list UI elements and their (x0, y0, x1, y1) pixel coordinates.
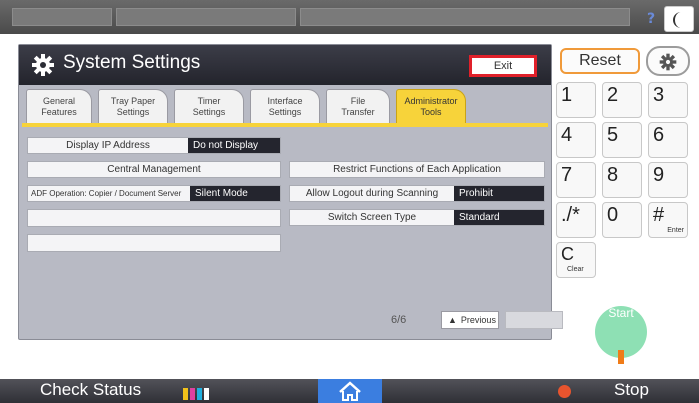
system-settings-panel: System Settings Exit General Features Tr… (18, 44, 563, 340)
restrict-functions-button[interactable]: Restrict Functions of Each Application (289, 161, 545, 178)
key-sublabel: Enter (667, 227, 684, 234)
stop-button[interactable]: Stop (614, 380, 649, 400)
reset-button[interactable]: Reset (560, 48, 640, 74)
key-label: 7 (561, 164, 573, 186)
exit-button[interactable]: Exit (469, 55, 537, 77)
setting-value: Standard (454, 210, 544, 225)
empty-setting-slot (27, 209, 281, 227)
key-dot-star[interactable]: ./* (556, 202, 596, 238)
key-label: 5 (607, 124, 619, 146)
key-label: 4 (561, 124, 573, 146)
key-0[interactable]: 0 (602, 202, 642, 238)
tab-underline (22, 123, 548, 127)
key-label: 9 (653, 164, 665, 186)
home-icon[interactable] (318, 379, 382, 403)
key-label: 8 (607, 164, 619, 186)
allow-logout-during-scanning-button[interactable]: Allow Logout during Scanning Prohibit (289, 185, 545, 202)
key-5[interactable]: 5 (602, 122, 642, 158)
setting-label: Restrict Functions of Each Application (333, 164, 501, 175)
key-label: C (561, 244, 574, 264)
key-7[interactable]: 7 (556, 162, 596, 198)
top-status-bar: ? (0, 0, 699, 34)
tab-tray-paper-settings[interactable]: Tray Paper Settings (98, 89, 168, 123)
switch-screen-type-button[interactable]: Switch Screen Type Standard (289, 209, 545, 226)
key-label: 3 (653, 84, 665, 106)
setting-value: Prohibit (454, 186, 544, 201)
central-management-button[interactable]: Central Management (27, 161, 281, 178)
toner-level-icon (183, 385, 211, 400)
key-label: 1 (561, 84, 573, 106)
key-6[interactable]: 6 (648, 122, 688, 158)
page-indicator: 6/6 (391, 314, 407, 326)
gear-icon[interactable] (646, 46, 690, 76)
check-status-button[interactable]: Check Status (40, 380, 141, 400)
key-enter[interactable]: # Enter (648, 202, 688, 238)
panel-header: System Settings Exit (19, 45, 551, 85)
key-label: 2 (607, 84, 619, 106)
key-label: 6 (653, 124, 665, 146)
page-title: System Settings (63, 52, 201, 73)
adf-operation-button[interactable]: ADF Operation: Copier / Document Server … (27, 185, 281, 202)
empty-setting-slot (27, 234, 281, 252)
setting-label: Switch Screen Type (327, 212, 417, 223)
stop-icon (558, 385, 571, 398)
triangle-up-icon: ▲ (448, 315, 457, 325)
previous-label: Previous (460, 315, 496, 325)
tab-interface-settings[interactable]: Interface Settings (250, 89, 320, 123)
bottom-bar: Check Status Stop (0, 379, 699, 403)
key-label: ./* (561, 204, 580, 226)
setting-value: Do not Display (188, 138, 280, 153)
next-page-button (505, 311, 563, 329)
setting-label: Display IP Address (66, 140, 150, 151)
status-segment (12, 8, 112, 26)
tab-administrator-tools[interactable]: Administrator Tools (396, 89, 466, 123)
moon-icon[interactable] (664, 6, 694, 32)
help-button[interactable]: ? (640, 8, 662, 30)
setting-label: Allow Logout during Scanning (305, 188, 439, 199)
key-8[interactable]: 8 (602, 162, 642, 198)
gear-icon (31, 53, 55, 77)
key-label: # (653, 204, 665, 226)
tab-timer-settings[interactable]: Timer Settings (174, 89, 244, 123)
key-sublabel: Clear (567, 266, 584, 273)
key-9[interactable]: 9 (648, 162, 688, 198)
key-clear[interactable]: C Clear (556, 242, 596, 278)
settings-tabs: General Features Tray Paper Settings Tim… (22, 89, 548, 125)
start-indicator-light (618, 350, 624, 364)
tab-file-transfer[interactable]: File Transfer (326, 89, 390, 123)
setting-label: ADF Operation: Copier / Document Server (31, 189, 182, 198)
key-3[interactable]: 3 (648, 82, 688, 118)
key-label: 0 (607, 204, 619, 226)
display-ip-address-button[interactable]: Display IP Address Do not Display (27, 137, 281, 154)
key-2[interactable]: 2 (602, 82, 642, 118)
setting-value: Silent Mode (190, 186, 280, 201)
key-4[interactable]: 4 (556, 122, 596, 158)
status-segment (116, 8, 296, 26)
tab-general-features[interactable]: General Features (26, 89, 92, 123)
previous-page-button[interactable]: ▲ Previous (441, 311, 499, 329)
status-segment (300, 8, 630, 26)
setting-label: Central Management (107, 164, 201, 175)
key-1[interactable]: 1 (556, 82, 596, 118)
